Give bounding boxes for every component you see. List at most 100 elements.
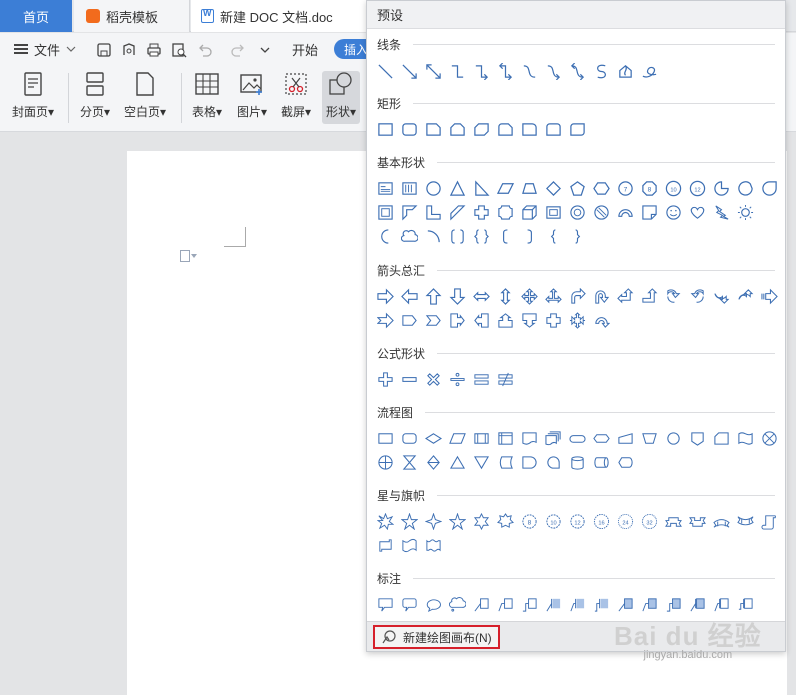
shape-ribbon-down[interactable]	[685, 510, 709, 532]
picture-button[interactable]: 图片▾	[237, 71, 267, 120]
shape-star-32[interactable]: 32	[637, 510, 661, 532]
shape-curved-connector[interactable]	[517, 60, 541, 82]
shape-star-8[interactable]: 8	[517, 510, 541, 532]
shape-line[interactable]	[373, 60, 397, 82]
shape-block-arc[interactable]	[613, 201, 637, 223]
shape-donut[interactable]	[565, 201, 589, 223]
shape-curved-arrow[interactable]	[541, 60, 565, 82]
shape-heart[interactable]	[685, 201, 709, 223]
shape-round-diagonal-rect[interactable]	[565, 118, 589, 140]
shape-notched-right-arrow[interactable]	[373, 309, 397, 331]
shape-pentagon-arrow[interactable]	[397, 309, 421, 331]
shape-smiley-face[interactable]	[661, 201, 685, 223]
shape-quad-arrow[interactable]	[517, 285, 541, 307]
shape-flow-internal-storage[interactable]	[493, 427, 517, 449]
shape-flow-sequential-access[interactable]	[541, 451, 565, 473]
shape-border-callout-2[interactable]	[637, 593, 661, 615]
shape-flow-direct-access[interactable]	[589, 451, 613, 473]
shape-left-arrow-callout[interactable]	[469, 309, 493, 331]
shape-line-callout-1[interactable]	[469, 593, 493, 615]
shape-star-5[interactable]	[397, 510, 421, 532]
shape-curved-down-arrow[interactable]	[733, 285, 757, 307]
shape-plus[interactable]	[373, 368, 397, 390]
shape-bevel[interactable]	[541, 201, 565, 223]
shape-round-same-side-rect[interactable]	[541, 118, 565, 140]
shape-border-callout-1[interactable]	[613, 593, 637, 615]
shape-minus[interactable]	[397, 368, 421, 390]
shape-star-4[interactable]	[421, 510, 445, 532]
shape-star-7[interactable]	[493, 510, 517, 532]
shape-plaque[interactable]	[493, 201, 517, 223]
shape-chevron[interactable]	[421, 309, 445, 331]
shape-vertical-text-box[interactable]	[397, 177, 421, 199]
tab-start[interactable]: 开始	[292, 33, 318, 65]
shape-curved-right-arrow[interactable]	[661, 285, 685, 307]
shape-right-bracket[interactable]	[517, 225, 541, 247]
shape-flow-card[interactable]	[709, 427, 733, 449]
shape-accent-callout-1[interactable]	[541, 593, 565, 615]
shape-left-right-arrow[interactable]	[469, 285, 493, 307]
shape-sun[interactable]	[733, 201, 757, 223]
shape-flow-sort[interactable]	[421, 451, 445, 473]
shape-flow-summing-junction[interactable]	[757, 427, 781, 449]
tab-home[interactable]: 首页	[0, 0, 72, 32]
shape-text-box[interactable]	[373, 177, 397, 199]
shape-curved-ribbon-down[interactable]	[733, 510, 757, 532]
shape-up-down-arrow[interactable]	[493, 285, 517, 307]
shape-flow-merge[interactable]	[469, 451, 493, 473]
shape-bent-up-arrow[interactable]	[637, 285, 661, 307]
shape-heptagon[interactable]: 7	[613, 177, 637, 199]
shape-folded-corner[interactable]	[637, 201, 661, 223]
shape-diamond[interactable]	[541, 177, 565, 199]
shape-star-24[interactable]: 24	[613, 510, 637, 532]
undo-icon[interactable]	[197, 42, 213, 58]
shape-triangle[interactable]	[445, 177, 469, 199]
shape-flow-punched-tape[interactable]	[733, 427, 757, 449]
shape-moon[interactable]	[373, 225, 397, 247]
shape-cloud-callout[interactable]	[445, 593, 469, 615]
shape-flow-terminator[interactable]	[565, 427, 589, 449]
shape-left-brace[interactable]	[541, 225, 565, 247]
shape-flow-stored-data[interactable]	[493, 451, 517, 473]
shape-cross[interactable]	[469, 201, 493, 223]
shape-snip-same-side-rect[interactable]	[445, 118, 469, 140]
shape-flow-predefined-process[interactable]	[469, 427, 493, 449]
shape-star-5-alt[interactable]	[445, 510, 469, 532]
shape-flow-manual-operation[interactable]	[637, 427, 661, 449]
shape-star-16[interactable]: 16	[589, 510, 613, 532]
shape-line-callout-2[interactable]	[493, 593, 517, 615]
shape-line-arrow[interactable]	[397, 60, 421, 82]
shape-flow-decision[interactable]	[421, 427, 445, 449]
shape-up-arrow[interactable]	[421, 285, 445, 307]
more-chevron-icon[interactable]	[257, 42, 273, 58]
shape-round-one-corner-rect[interactable]	[517, 118, 541, 140]
shape-freeform[interactable]	[613, 60, 637, 82]
tab-document[interactable]: 新建 DOC 文档.doc	[191, 0, 366, 32]
export-icon[interactable]	[121, 42, 137, 58]
shape-curve[interactable]	[589, 60, 613, 82]
save-icon[interactable]	[96, 42, 112, 58]
cover-page-button[interactable]: 封面页▾	[12, 71, 54, 120]
shape-octagon[interactable]: 8	[637, 177, 661, 199]
shape-quad-arrow-alt[interactable]	[541, 309, 565, 331]
shape-left-arrow[interactable]	[397, 285, 421, 307]
shape-arc[interactable]	[421, 225, 445, 247]
shape-flow-connector[interactable]	[661, 427, 685, 449]
shape-left-right-up-arrow[interactable]	[541, 285, 565, 307]
shape-horizontal-scroll[interactable]	[373, 534, 397, 556]
shape-dodecagon[interactable]: 12	[685, 177, 709, 199]
shape-curved-left-arrow[interactable]	[685, 285, 709, 307]
shape-flow-magnetic-disk[interactable]	[565, 451, 589, 473]
shape-star-6[interactable]	[469, 510, 493, 532]
shape-trapezoid[interactable]	[517, 177, 541, 199]
shape-vertical-scroll[interactable]	[757, 510, 781, 532]
shape-right-triangle[interactable]	[469, 177, 493, 199]
shape-button[interactable]: 形状▾	[322, 71, 361, 124]
table-button[interactable]: 表格▾	[192, 71, 222, 120]
paragraph-icon[interactable]	[180, 250, 197, 262]
shape-flow-extract[interactable]	[445, 451, 469, 473]
shape-no-symbol[interactable]	[589, 201, 613, 223]
shape-flow-data[interactable]	[445, 427, 469, 449]
shape-multiply[interactable]	[421, 368, 445, 390]
shape-chord[interactable]	[733, 177, 757, 199]
